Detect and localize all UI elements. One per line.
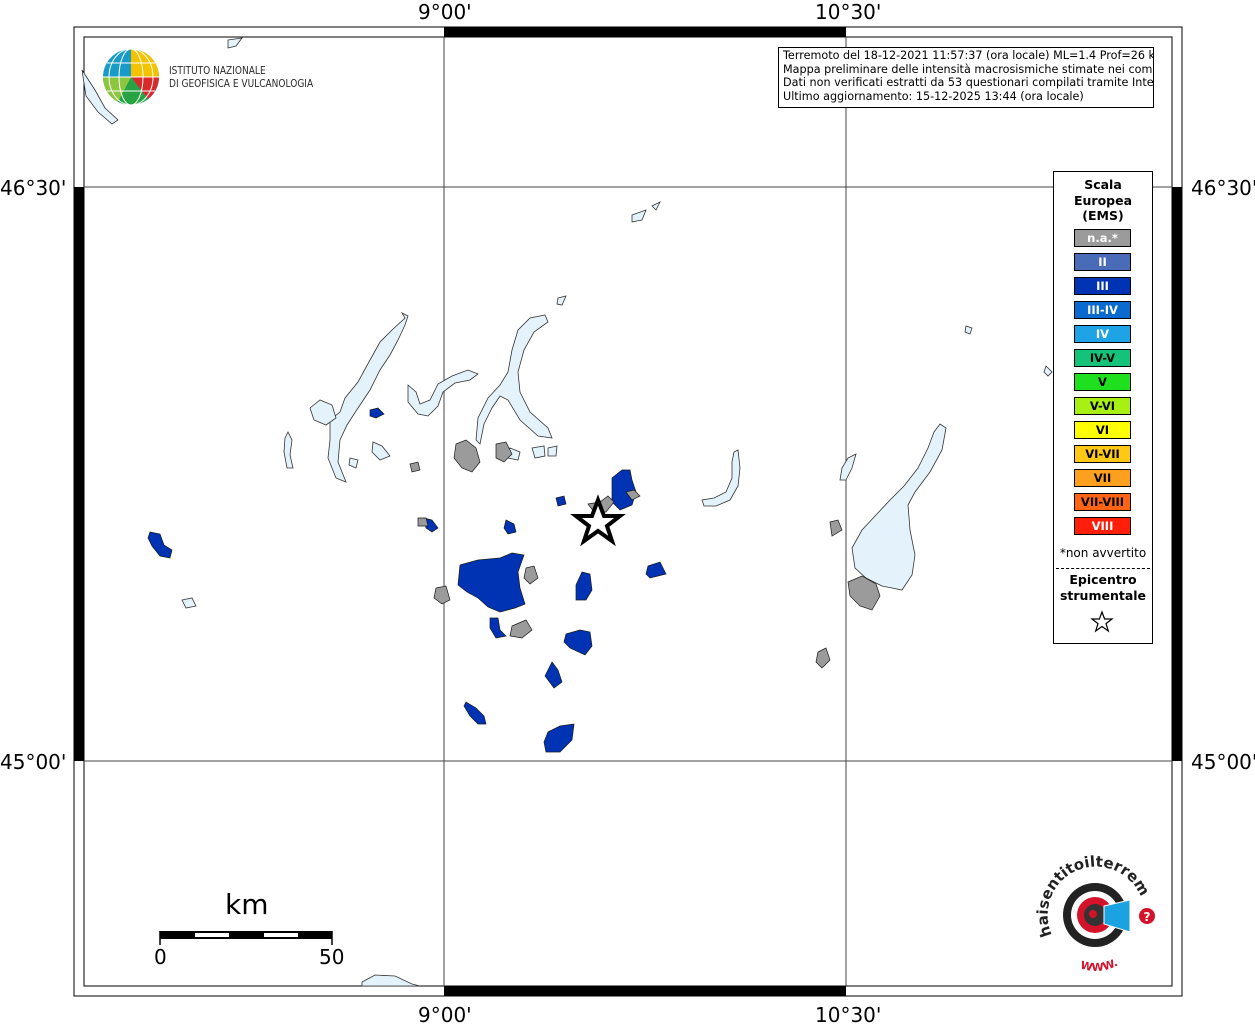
legend-item: VII-VIII <box>1074 493 1131 511</box>
scale-max: 50 <box>319 945 345 969</box>
info-line-3: Dati non verificati estratti da 53 quest… <box>783 76 1154 89</box>
frame-segment-right <box>1172 187 1182 761</box>
legend-item: IV <box>1074 325 1131 343</box>
legend-item: VI-VII <box>1074 445 1131 463</box>
legend-item: VIII <box>1074 517 1131 535</box>
legend-item: III-IV <box>1074 301 1131 319</box>
legend-item: II <box>1074 253 1131 271</box>
legend-item: V <box>1074 373 1131 391</box>
event-info-box: Terremoto del 18-12-2021 11:57:37 (ora l… <box>778 47 1154 108</box>
municipality <box>409 461 421 473</box>
coord-bottom-1: 9°00' <box>418 1003 472 1027</box>
legend-item: VII <box>1074 469 1131 487</box>
coord-top-2: 10°30' <box>815 0 882 24</box>
legend-epicenter-line: strumentale <box>1059 588 1147 603</box>
ingv-globe-logo <box>102 48 159 106</box>
frame-segment-bottom <box>444 986 846 996</box>
svg-text:?: ? <box>1144 910 1151 924</box>
coord-left-1: 46°30' <box>0 176 67 200</box>
municipality <box>555 495 567 507</box>
legend-epicenter: Epicentro strumentale <box>1054 572 1152 604</box>
institute-name: ISTITUTO NAZIONALE DI GEOFISICA E VULCAN… <box>169 64 345 90</box>
info-line-2: Mappa preliminare delle intensità macros… <box>783 62 1154 76</box>
legend-item: V-VI <box>1074 397 1131 415</box>
legend-title-line: (EMS) <box>1082 208 1124 223</box>
municipality <box>417 517 429 527</box>
lake <box>547 445 558 457</box>
legend-title-line: Europea <box>1073 192 1133 208</box>
coord-left-2: 45°00' <box>0 750 67 774</box>
star-icon <box>1090 610 1114 633</box>
legend-item: n.a.* <box>1074 229 1131 247</box>
legend-note: *non avvertito <box>1059 546 1147 560</box>
legend-title-line: Scala <box>1084 177 1122 192</box>
coord-right-1: 46°30' <box>1191 176 1255 200</box>
legend-item: IV-V <box>1074 349 1131 367</box>
map-inner-frame <box>83 36 1173 987</box>
coord-right-2: 45°00' <box>1191 750 1255 774</box>
scale-min: 0 <box>154 945 167 969</box>
legend-title: Scala Europea (EMS) <box>1054 177 1152 224</box>
institute-line-2: DI GEOFISICA E VULCANOLOGIA <box>169 77 314 90</box>
coord-top-1: 9°00' <box>418 0 472 24</box>
intensity-legend: Scala Europea (EMS) n.a.* II III III-IV IV IV… <box>1053 171 1153 644</box>
legend-item: III <box>1074 277 1131 295</box>
institute-line-1: ISTITUTO NAZIONALE <box>169 64 266 77</box>
info-line-4: Ultimo aggiornamento: 15-12-2025 13:44 (… <box>783 89 1084 103</box>
frame-segment-top <box>444 27 846 37</box>
frame-segment-left <box>74 187 84 761</box>
coord-bottom-2: 10°30' <box>815 1003 882 1027</box>
legend-separator <box>1056 568 1150 569</box>
legend-item: VI <box>1074 421 1131 439</box>
scale-unit: km <box>225 888 269 921</box>
info-line-1: Terremoto del 18-12-2021 11:57:37 (ora l… <box>783 49 1154 62</box>
legend-epicenter-line: Epicentro <box>1069 572 1137 587</box>
